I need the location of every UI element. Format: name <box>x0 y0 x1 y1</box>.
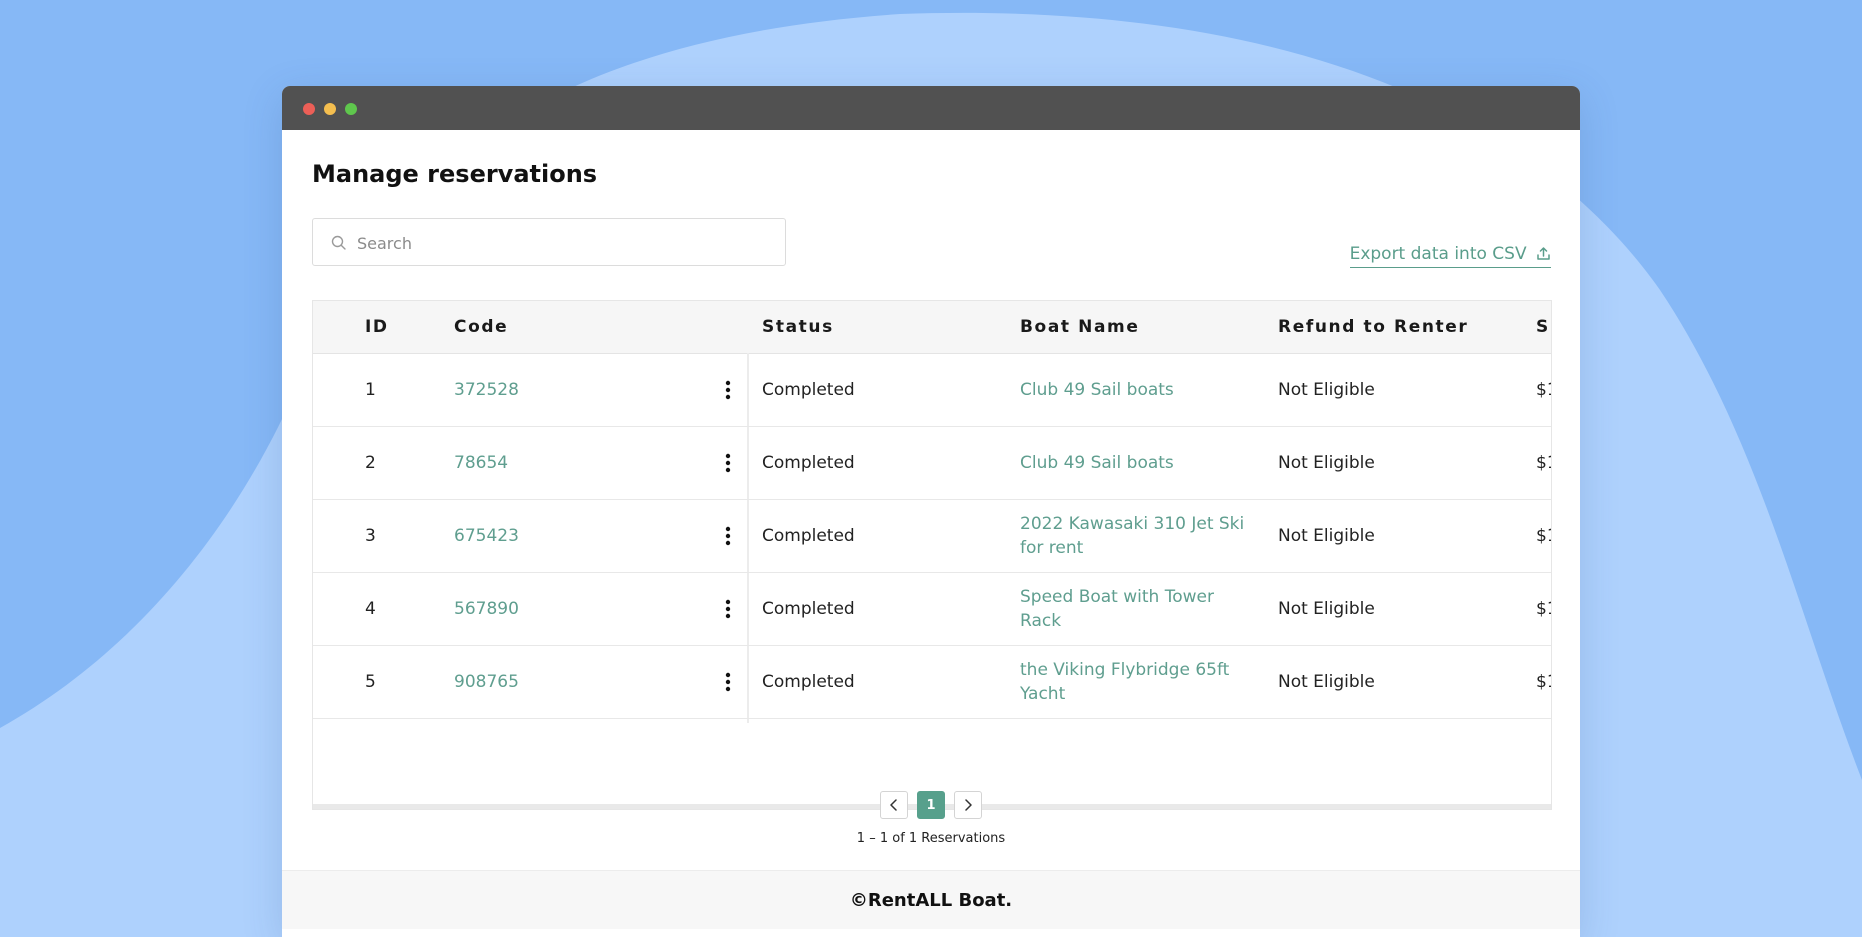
row-menu-button[interactable] <box>713 426 743 499</box>
table-row: 4 567890 Completed Speed Boat with Tower… <box>313 572 1551 646</box>
row-status: Completed <box>762 379 855 400</box>
row-menu-button[interactable] <box>713 499 743 572</box>
header-subtotal: Su <box>1536 317 1551 337</box>
reservations-table: ID Code Status Boat Name Refund to Rente… <box>312 300 1552 810</box>
minimize-window-button[interactable] <box>324 103 336 115</box>
row-status: Completed <box>762 598 855 619</box>
export-csv-link[interactable]: Export data into CSV <box>1349 244 1551 268</box>
search-input[interactable] <box>355 219 779 267</box>
footer: ©RentALL Boat. <box>282 870 1580 929</box>
export-csv-label: Export data into CSV <box>1349 244 1527 264</box>
row-id: 2 <box>365 452 376 473</box>
table-row: 3 675423 Completed 2022 Kawasaki 310 Jet… <box>313 499 1551 573</box>
row-menu-button[interactable] <box>713 645 743 718</box>
row-subtotal: $1 <box>1536 452 1551 473</box>
kebab-menu-icon <box>725 599 731 618</box>
row-boat-name-link[interactable]: Club 49 Sail boats <box>1020 353 1250 426</box>
table-row: 1 372528 Completed Club 49 Sail boats No… <box>313 353 1551 427</box>
close-window-button[interactable] <box>303 103 315 115</box>
kebab-menu-icon <box>725 672 731 691</box>
row-code-link[interactable]: 78654 <box>454 426 508 499</box>
row-boat-name-link[interactable]: the Viking Flybridge 65ft Yacht <box>1020 645 1250 718</box>
row-status: Completed <box>762 452 855 473</box>
row-refund: Not Eligible <box>1278 379 1375 400</box>
next-page-button[interactable] <box>954 791 982 819</box>
kebab-menu-icon <box>725 453 731 472</box>
row-boat-name-link[interactable]: 2022 Kawasaki 310 Jet Ski for rent <box>1020 499 1250 572</box>
search-icon <box>331 235 346 250</box>
row-code-link[interactable]: 675423 <box>454 499 519 572</box>
row-code-link[interactable]: 567890 <box>454 572 519 645</box>
header-code: Code <box>454 317 509 337</box>
table-header: ID Code Status Boat Name Refund to Rente… <box>313 301 1551 354</box>
row-code-link[interactable]: 908765 <box>454 645 519 718</box>
header-refund-to-renter: Refund to Renter <box>1278 317 1469 337</box>
pagination-info: 1 – 1 of 1 Reservations <box>856 831 1006 846</box>
row-subtotal: $1 <box>1536 525 1551 546</box>
row-id: 1 <box>365 379 376 400</box>
row-code-link[interactable]: 372528 <box>454 353 519 426</box>
row-menu-button[interactable] <box>713 353 743 426</box>
row-subtotal: $1 <box>1536 379 1551 400</box>
kebab-menu-icon <box>725 380 731 399</box>
row-boat-name-link[interactable]: Club 49 Sail boats <box>1020 426 1250 499</box>
row-boat-name-link[interactable]: Speed Boat with Tower Rack <box>1020 572 1250 645</box>
row-refund: Not Eligible <box>1278 452 1375 473</box>
window-titlebar <box>282 86 1580 130</box>
browser-window: Manage reservations Export data into CSV… <box>282 86 1580 937</box>
footer-copyright: ©RentALL Boat. <box>849 889 1013 911</box>
page-title: Manage reservations <box>312 160 598 188</box>
chevron-right-icon <box>965 799 972 811</box>
prev-page-button[interactable] <box>880 791 908 819</box>
page-1-button[interactable]: 1 <box>917 791 945 819</box>
header-id: ID <box>365 317 389 337</box>
table-row: 2 78654 Completed Club 49 Sail boats Not… <box>313 426 1551 500</box>
kebab-menu-icon <box>725 526 731 545</box>
upload-icon <box>1537 247 1550 260</box>
table-row: 5 908765 Completed the Viking Flybridge … <box>313 645 1551 719</box>
row-status: Completed <box>762 525 855 546</box>
header-boat-name: Boat Name <box>1020 317 1140 337</box>
row-refund: Not Eligible <box>1278 598 1375 619</box>
row-status: Completed <box>762 671 855 692</box>
chevron-left-icon <box>890 799 897 811</box>
row-menu-button[interactable] <box>713 572 743 645</box>
row-refund: Not Eligible <box>1278 525 1375 546</box>
search-box[interactable] <box>312 218 786 267</box>
row-subtotal: $1 <box>1536 671 1551 692</box>
header-status: Status <box>762 317 834 337</box>
row-id: 4 <box>365 598 376 619</box>
row-refund: Not Eligible <box>1278 671 1375 692</box>
row-id: 3 <box>365 525 376 546</box>
row-id: 5 <box>365 671 376 692</box>
row-subtotal: $1 <box>1536 598 1551 619</box>
maximize-window-button[interactable] <box>345 103 357 115</box>
